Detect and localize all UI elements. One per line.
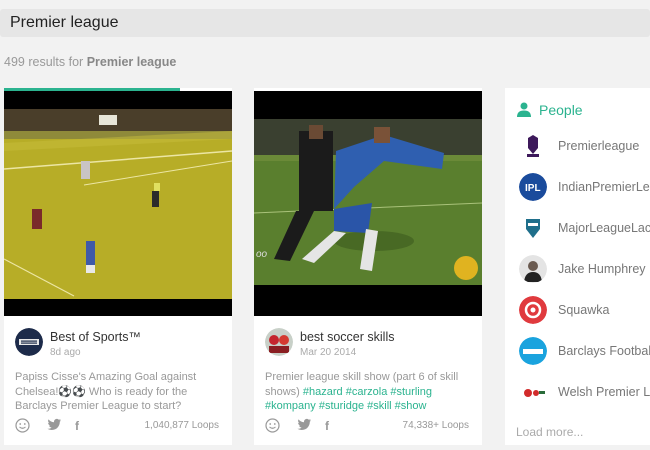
hashtag-link[interactable]: #carzola (346, 386, 388, 398)
people-panel: People Premierleague IPL IndianPremierLe… (505, 88, 650, 445)
post-author-row: Best of Sports™ 8d ago (14, 328, 224, 360)
hashtag-link[interactable]: #kompany (265, 400, 316, 412)
person-avatar (519, 255, 547, 283)
person-name: IndianPremierLe (558, 180, 650, 194)
loop-count: 1,040,877 Loops (144, 420, 219, 431)
svg-text:IPL: IPL (525, 183, 541, 194)
person-name: Premierleague (558, 139, 640, 153)
person-avatar (519, 214, 547, 242)
person-avatar: IPL (519, 173, 547, 201)
svg-text:oo: oo (256, 249, 268, 260)
person-avatar (519, 296, 547, 324)
video-thumbnail[interactable] (4, 91, 232, 316)
person-avatar (519, 132, 547, 160)
post-card[interactable]: Best of Sports™ 8d ago Papiss Cisse's Am… (4, 88, 232, 445)
video-thumbnail[interactable]: oo (254, 91, 482, 316)
person-name: MajorLeagueLac (558, 221, 650, 235)
person-item[interactable]: Barclays Footbal (519, 337, 650, 367)
twitter-icon[interactable] (297, 418, 312, 435)
person-avatar (519, 337, 547, 365)
facebook-icon[interactable]: f (75, 418, 79, 434)
author-avatar[interactable] (265, 328, 293, 356)
person-name: Barclays Footbal (558, 344, 650, 358)
people-title: People (539, 102, 583, 118)
smile-icon[interactable] (265, 418, 280, 437)
hashtag-link[interactable]: #hazard (303, 386, 343, 398)
hashtag-link[interactable]: #skill (367, 400, 391, 412)
author-avatar[interactable] (15, 328, 43, 356)
loop-count: 74,338+ Loops (402, 420, 469, 431)
results-summary: 499 results for Premier league (4, 55, 176, 69)
person-icon (517, 102, 531, 122)
person-item[interactable]: Squawka (519, 296, 650, 326)
post-card[interactable]: oo best soccer skills Mar 20 2014 Premie… (254, 88, 482, 445)
facebook-icon[interactable]: f (325, 418, 329, 434)
person-item[interactable]: MajorLeagueLac (519, 214, 650, 244)
load-more-link[interactable]: Load more... (516, 425, 583, 439)
smile-icon[interactable] (15, 418, 30, 437)
person-name: Squawka (558, 303, 610, 317)
post-date: Mar 20 2014 (300, 347, 357, 358)
post-description: Papiss Cisse's Amazing Goal against Chel… (15, 371, 197, 412)
post-date: 8d ago (50, 347, 81, 358)
person-item[interactable]: Jake Humphrey (519, 255, 650, 285)
results-query: Premier league (86, 55, 177, 69)
post-footer: f 74,338+ Loops (265, 418, 475, 436)
post-description: Premier league skill show (part 6 of ski… (265, 370, 475, 414)
person-name: Jake Humphrey (558, 262, 646, 276)
person-item[interactable]: Premierleague (519, 132, 650, 162)
person-item[interactable]: Welsh Premier L (519, 378, 650, 408)
post-author-name[interactable]: Best of Sports™ (50, 330, 141, 344)
twitter-icon[interactable] (47, 418, 62, 435)
results-count-text: 499 results for (4, 55, 84, 69)
search-input[interactable] (10, 9, 630, 37)
hashtag-link[interactable]: #sturidge (319, 400, 364, 412)
post-footer: f 1,040,877 Loops (15, 418, 225, 436)
post-author-row: best soccer skills Mar 20 2014 (264, 328, 474, 360)
hashtag-link[interactable]: #sturling (390, 386, 432, 398)
person-avatar (519, 378, 547, 406)
person-name: Welsh Premier L (558, 385, 650, 399)
post-author-name[interactable]: best soccer skills (300, 330, 394, 344)
search-bar[interactable] (0, 9, 650, 37)
person-item[interactable]: IPL IndianPremierLe (519, 173, 650, 203)
hashtag-link[interactable]: #show (395, 400, 427, 412)
